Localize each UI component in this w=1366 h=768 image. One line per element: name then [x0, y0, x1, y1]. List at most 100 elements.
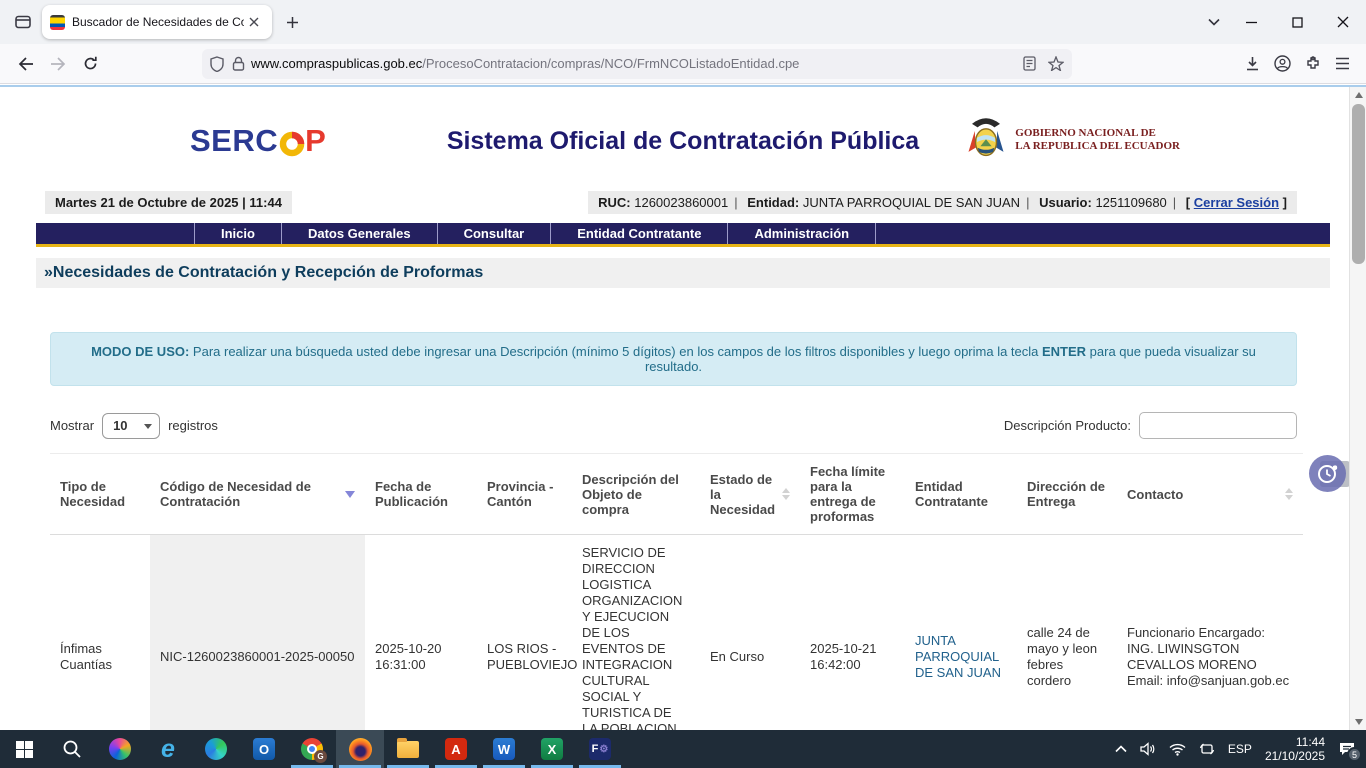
edge-icon: [205, 738, 227, 760]
nav-item-entidad-contratante[interactable]: Entidad Contratante: [551, 223, 729, 244]
chrome-button[interactable]: G: [288, 730, 336, 768]
cell-direccion: calle 24 de mayo y leon febres cordero: [1017, 534, 1117, 730]
scroll-up-icon[interactable]: [1350, 87, 1366, 103]
logout-bracket-close: ]: [1282, 195, 1287, 210]
col-tipo-necesidad[interactable]: Tipo de Necesidad: [50, 453, 150, 535]
internet-explorer-icon: e: [161, 735, 175, 763]
cell-provincia: LOS RIOS - PUEBLOVIEJO: [477, 534, 577, 730]
col-contacto[interactable]: Contacto: [1117, 453, 1303, 535]
windows-taskbar: e O G A W X F ⚙ ESP 11:44 21/10/2025 5: [0, 730, 1366, 768]
logout-link[interactable]: Cerrar Sesión: [1194, 195, 1279, 210]
acrobat-button[interactable]: A: [432, 730, 480, 768]
description-filter-input[interactable]: [1139, 412, 1297, 439]
notification-badge: 5: [1347, 747, 1362, 762]
search-button[interactable]: [48, 730, 96, 768]
col-estado-necesidad[interactable]: Estado de la Necesidad: [700, 453, 800, 535]
entidad-link[interactable]: JUNTA PARROQUIAL DE SAN JUAN: [915, 633, 1001, 680]
col-codigo-necesidad[interactable]: Código de Necesidad de Contratación: [150, 453, 365, 535]
firefox-button[interactable]: [336, 730, 384, 768]
main-navigation: Inicio Datos Generales Consultar Entidad…: [36, 223, 1330, 247]
language-indicator[interactable]: ESP: [1228, 742, 1252, 756]
start-button[interactable]: [0, 730, 48, 768]
f-app-button[interactable]: F ⚙: [576, 730, 624, 768]
forward-icon[interactable]: [42, 49, 74, 79]
col-direccion-entrega[interactable]: Dirección de Entrega: [1017, 453, 1117, 535]
clock-widget-icon[interactable]: [1309, 455, 1346, 492]
account-icon[interactable]: [1274, 55, 1291, 72]
firefox-view-icon[interactable]: [8, 8, 38, 36]
nav-item-consultar[interactable]: Consultar: [438, 223, 552, 244]
back-icon[interactable]: [10, 49, 42, 79]
necesidades-table: Tipo de Necesidad Código de Necesidad de…: [50, 453, 1303, 730]
sort-both-icon: [782, 488, 790, 500]
system-tray: ESP 11:44 21/10/2025 5: [1115, 730, 1366, 768]
nav-item-administracion[interactable]: Administración: [728, 223, 877, 244]
cell-fecha-limite: 2025-10-21 16:42:00: [800, 534, 905, 730]
outlook-button[interactable]: O: [240, 730, 288, 768]
scrollbar-thumb[interactable]: [1352, 104, 1365, 264]
scroll-down-icon[interactable]: [1350, 714, 1366, 730]
sort-both-icon: [1285, 488, 1293, 500]
word-button[interactable]: W: [480, 730, 528, 768]
cell-tipo: Ínfimas Cuantías: [50, 534, 150, 730]
cell-descripcion: SERVICIO DE DIRECCION LOGISTICA ORGANIZA…: [572, 534, 700, 730]
notification-icon[interactable]: 5: [1338, 741, 1362, 762]
copilot-button[interactable]: [96, 730, 144, 768]
wifi-icon[interactable]: [1169, 743, 1186, 756]
page-length-select-wrap: 10: [102, 412, 161, 439]
browser-tab[interactable]: Buscador de Necesidades de Co: [42, 5, 272, 39]
url-bar[interactable]: www.compraspublicas.gob.ec/ProcesoContra…: [202, 48, 1072, 79]
col-descripcion-objeto[interactable]: Descripción del Objeto de compra: [572, 453, 700, 535]
reader-mode-icon[interactable]: [1023, 56, 1036, 71]
excel-icon: X: [541, 738, 563, 760]
filter-label: Descripción Producto:: [1003, 418, 1131, 433]
taskbar-clock[interactable]: 11:44 21/10/2025: [1265, 735, 1325, 763]
usuario-value: 1251109680: [1095, 195, 1167, 210]
extensions-icon[interactable]: [1305, 55, 1321, 72]
menu-icon[interactable]: [1335, 57, 1350, 70]
tab-list-chevron-icon[interactable]: [1200, 8, 1228, 36]
browser-tab-bar: Buscador de Necesidades de Co: [0, 0, 1366, 44]
col-fecha-publicacion[interactable]: Fecha de Publicación: [365, 453, 477, 535]
page-length-select[interactable]: 10: [102, 412, 161, 439]
tab-close-icon[interactable]: [244, 12, 264, 32]
new-tab-button[interactable]: [278, 8, 306, 36]
col-provincia-canton[interactable]: Provincia - Cantón: [477, 453, 572, 535]
volume-icon[interactable]: [1140, 742, 1156, 756]
excel-button[interactable]: X: [528, 730, 576, 768]
site-header: SERC P Sistema Oficial de Contratación P…: [0, 93, 1366, 187]
shield-icon[interactable]: [210, 55, 224, 72]
table-controls: Mostrar 10 registros Descripción Product…: [50, 412, 1297, 439]
bookmark-star-icon[interactable]: [1048, 56, 1064, 71]
close-window-button[interactable]: [1320, 0, 1366, 44]
connect-icon[interactable]: [1199, 742, 1215, 756]
maximize-button[interactable]: [1274, 0, 1320, 44]
outlook-icon: O: [253, 738, 275, 760]
reload-icon[interactable]: [74, 49, 106, 79]
f-app-icon: F ⚙: [589, 738, 611, 760]
file-explorer-button[interactable]: [384, 730, 432, 768]
chrome-icon: G: [301, 738, 327, 763]
lock-icon[interactable]: [232, 56, 245, 71]
search-icon: [63, 740, 81, 758]
floating-extension-widget[interactable]: [1308, 455, 1350, 492]
usage-prefix: MODO DE USO:: [91, 344, 190, 359]
internet-explorer-button[interactable]: e: [144, 730, 192, 768]
nav-item-inicio[interactable]: Inicio: [194, 223, 282, 244]
col-fecha-limite[interactable]: Fecha límite para la entrega de proforma…: [800, 453, 905, 535]
clock-date: 21/10/2025: [1264, 749, 1325, 763]
tray-chevron-icon[interactable]: [1115, 745, 1127, 753]
contacto-funcionario: Funcionario Encargado: ING. LIWINSGTON C…: [1127, 625, 1266, 672]
session-info-row: Martes 21 de Octubre de 2025 | 11:44 RUC…: [45, 191, 1297, 214]
ruc-value: 1260023860001: [634, 195, 729, 210]
download-icon[interactable]: [1245, 56, 1260, 72]
sort-desc-icon: [345, 490, 355, 498]
minimize-button[interactable]: [1228, 0, 1274, 44]
ecuador-crest-icon: [968, 118, 1004, 157]
nav-item-datos-generales[interactable]: Datos Generales: [282, 223, 438, 244]
windows-logo-icon: [15, 740, 33, 758]
col-entidad-contratante[interactable]: Entidad Contratante: [905, 453, 1017, 535]
page-scrollbar[interactable]: [1349, 87, 1366, 730]
edge-button[interactable]: [192, 730, 240, 768]
records-label: registros: [168, 418, 218, 433]
